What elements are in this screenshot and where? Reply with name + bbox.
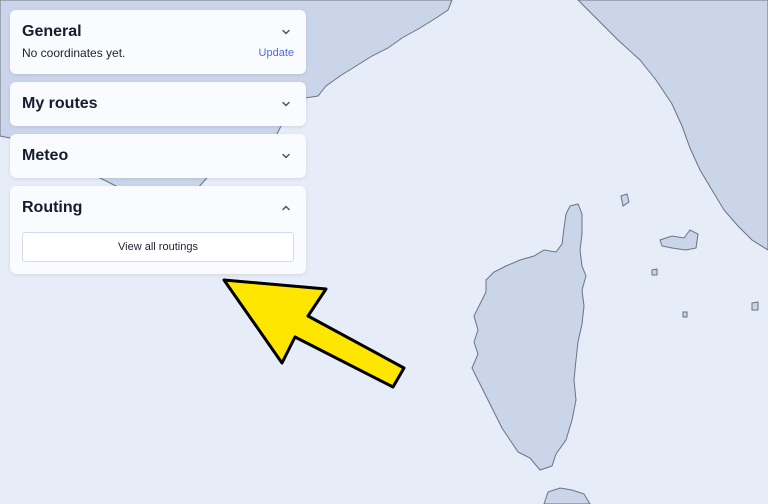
panel-general: General No coordinates yet. Update (10, 10, 306, 74)
chevron-down-icon[interactable] (278, 24, 294, 40)
general-row: No coordinates yet. Update (22, 46, 294, 62)
panel-routing-header[interactable]: Routing (10, 186, 306, 230)
chevron-down-icon[interactable] (278, 148, 294, 164)
chevron-up-icon[interactable] (278, 200, 294, 216)
panel-meteo: Meteo (10, 134, 306, 178)
panel-my-routes: My routes (10, 82, 306, 126)
panel-meteo-header[interactable]: Meteo (10, 134, 306, 178)
sidebar: General No coordinates yet. Update My ro… (10, 10, 306, 282)
panel-general-title: General (22, 23, 82, 40)
panel-routing-title: Routing (22, 199, 83, 216)
panel-general-body: No coordinates yet. Update (10, 46, 306, 74)
update-link[interactable]: Update (259, 47, 294, 59)
view-all-routings-button[interactable]: View all routings (22, 232, 294, 262)
panel-my-routes-title: My routes (22, 95, 98, 112)
panel-meteo-title: Meteo (22, 147, 69, 164)
panel-routing: Routing View all routings (10, 186, 306, 274)
island-giglio (751, 301, 759, 311)
island-montecristo (682, 311, 688, 318)
island-pianosa (651, 268, 658, 276)
panel-my-routes-header[interactable]: My routes (10, 82, 306, 126)
chevron-down-icon[interactable] (278, 96, 294, 112)
panel-routing-body: View all routings (10, 230, 306, 274)
app-window: General No coordinates yet. Update My ro… (0, 0, 768, 504)
coordinates-status: No coordinates yet. (22, 46, 126, 60)
